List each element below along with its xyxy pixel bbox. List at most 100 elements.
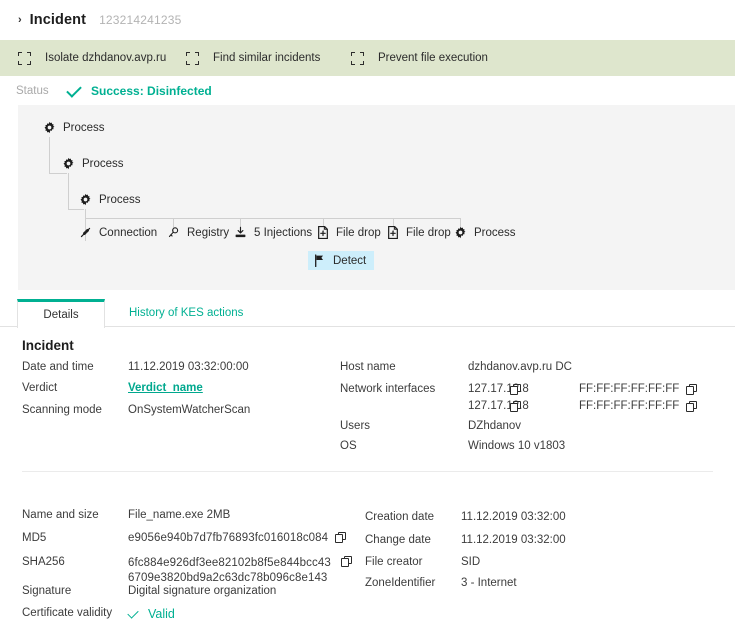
mac-address: FF:FF:FF:FF:FF:FF	[579, 383, 680, 395]
tree-node-label: Connection	[99, 226, 158, 239]
tab-details[interactable]: Details	[17, 299, 105, 328]
field-value: SID	[461, 556, 481, 568]
section-divider	[22, 471, 713, 472]
incident-id: 123214241235	[99, 13, 182, 27]
status-row: Status Success: Disinfected	[0, 76, 735, 106]
copy-icon[interactable]	[686, 383, 698, 395]
copy-icon[interactable]	[510, 383, 521, 395]
field-sha256: SHA256 6fc884e926df3ee82102b8f5e844bcc43…	[22, 556, 353, 584]
network-interface-row: 127.17.12.8 FF:FF:FF:FF:FF:FF	[468, 400, 698, 412]
tree-node-label: Process	[474, 226, 516, 239]
section-title-incident: Incident	[22, 338, 74, 353]
tree-connector	[49, 137, 50, 174]
field-value-continued: 6709e3820bd9a2c63dc78b096c8e143	[128, 572, 328, 584]
process-tree-panel: Process Process Process Connection Regis…	[18, 105, 735, 290]
injection-icon	[235, 226, 246, 238]
field-file-creator: File creator SID	[365, 556, 480, 568]
field-scanning-mode: Scanning mode OnSystemWatcherScan	[22, 404, 250, 416]
tree-node-label: 5 Injections	[254, 226, 313, 239]
field-value: OnSystemWatcherScan	[128, 404, 251, 416]
action-prevent-file-execution[interactable]: Prevent file execution	[351, 51, 488, 65]
tree-node-process-4[interactable]: Process	[454, 226, 516, 239]
field-label: Network interfaces	[340, 383, 436, 395]
field-creation-date: Creation date 11.12.2019 03:32:00	[365, 511, 566, 523]
tree-node-detect[interactable]: Detect	[308, 251, 375, 270]
gear-icon	[44, 121, 55, 134]
tree-node-label: Process	[82, 157, 124, 170]
field-label: Creation date	[365, 511, 435, 523]
field-value: File_name.exe 2MB	[128, 509, 231, 521]
key-icon	[168, 227, 179, 238]
copy-icon[interactable]	[510, 400, 521, 412]
field-value: 3 - Internet	[461, 577, 517, 589]
field-label: ZoneIdentifier	[365, 577, 436, 589]
field-value: Digital signature organization	[128, 585, 277, 597]
tree-node-label: File drop	[336, 226, 381, 239]
field-change-date: Change date 11.12.2019 03:32:00	[365, 534, 566, 546]
detail-tabs: Details History of KES actions	[0, 299, 735, 328]
tree-node-process-2[interactable]: Process	[62, 157, 124, 170]
tree-connector	[68, 209, 84, 210]
network-interfaces-list: 127.17.12.8 FF:FF:FF:FF:FF:FF 127.17.12.…	[468, 383, 698, 412]
selection-square-icon	[351, 51, 364, 65]
expand-chevron-icon[interactable]: ›	[18, 14, 22, 26]
status-label: Status	[16, 85, 49, 97]
tab-label: Details	[43, 309, 79, 321]
tree-node-label: File drop	[406, 226, 451, 239]
verdict-link[interactable]: Verdict_name	[128, 382, 203, 394]
sha256-value-block: 6fc884e926df3ee82102b8f5e844bcc43 6709e3…	[128, 556, 353, 584]
field-name-and-size: Name and size File_name.exe 2MB	[22, 509, 230, 521]
field-users: Users DZhdanov	[340, 420, 521, 432]
tree-connector	[49, 173, 67, 174]
flag-icon	[315, 254, 324, 267]
tree-node-registry[interactable]: Registry	[167, 226, 229, 239]
gear-icon	[80, 193, 91, 206]
copy-icon[interactable]	[335, 532, 347, 543]
tree-node-label: Process	[63, 121, 105, 134]
field-label: Certificate validity	[22, 607, 113, 619]
action-label: Prevent file execution	[378, 52, 488, 64]
field-value: e9056e940b7d7fb76893fc016018c084	[128, 532, 329, 544]
field-label: Name and size	[22, 509, 99, 521]
action-isolate-host[interactable]: Isolate dzhdanov.avp.ru	[18, 51, 186, 65]
field-label: Users	[340, 420, 371, 432]
mac-address: FF:FF:FF:FF:FF:FF	[579, 400, 680, 412]
field-label: MD5	[22, 532, 47, 544]
tree-node-label: Detect	[333, 254, 367, 267]
tree-connector	[68, 173, 69, 209]
action-label: Find similar incidents	[213, 52, 321, 64]
field-value: Valid	[148, 607, 175, 621]
action-find-similar-incidents[interactable]: Find similar incidents	[186, 51, 351, 65]
action-bar: Isolate dzhdanov.avp.ru Find similar inc…	[0, 40, 735, 76]
field-os: OS Windows 10 v1803	[340, 440, 565, 452]
tab-history-of-kes-actions[interactable]: History of KES actions	[105, 299, 261, 327]
field-label: Date and time	[22, 361, 94, 373]
field-value: 11.12.2019 03:32:00:00	[128, 361, 249, 373]
tree-node-file-drop-2[interactable]: File drop	[387, 226, 451, 239]
field-md5: MD5 e9056e940b7d7fb76893fc016018c084	[22, 532, 347, 544]
field-value: Windows 10 v1803	[468, 440, 566, 452]
tree-node-injections[interactable]: 5 Injections	[234, 226, 312, 239]
field-date-and-time: Date and time 11.12.2019 03:32:00:00	[22, 361, 249, 373]
selection-square-icon	[18, 51, 31, 65]
field-label: Change date	[365, 534, 431, 546]
field-host-name: Host name dzhdanov.avp.ru DC	[340, 361, 572, 373]
field-value: DZhdanov	[468, 420, 522, 432]
field-label: Host name	[340, 361, 396, 373]
selection-square-icon	[186, 51, 199, 65]
tree-node-file-drop-1[interactable]: File drop	[317, 226, 381, 239]
tab-label: History of KES actions	[129, 307, 244, 319]
copy-icon[interactable]	[341, 556, 353, 567]
tree-connector	[85, 218, 460, 219]
gear-icon	[455, 226, 466, 239]
tree-node-process-3[interactable]: Process	[79, 193, 141, 206]
copy-icon[interactable]	[686, 400, 698, 412]
field-label: OS	[340, 440, 357, 452]
action-label: Isolate dzhdanov.avp.ru	[45, 52, 167, 64]
field-network-interfaces: Network interfaces 127.17.12.8 FF:FF:FF:…	[340, 383, 698, 412]
file-drop-icon	[318, 226, 328, 239]
field-label: File creator	[365, 556, 423, 568]
tree-node-connection[interactable]: Connection	[79, 226, 157, 239]
network-interface-row: 127.17.12.8 FF:FF:FF:FF:FF:FF	[468, 383, 698, 395]
tree-node-process-1[interactable]: Process	[43, 121, 105, 134]
